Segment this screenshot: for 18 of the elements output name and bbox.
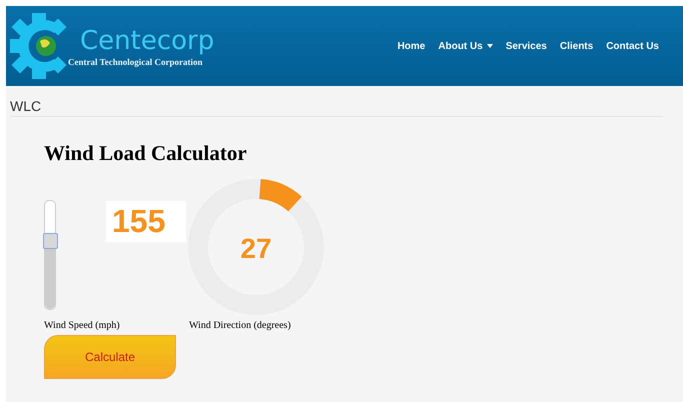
brand-tagline: Central Technological Corporation (68, 57, 204, 67)
nav-link[interactable]: Clients (560, 40, 594, 52)
calculator-title: Wind Load Calculator (44, 141, 248, 166)
speed-value: 155 (106, 201, 186, 242)
nav-link[interactable]: Services (506, 40, 547, 52)
nav-link[interactable]: Home (397, 40, 426, 52)
nav-link[interactable]: About Us (438, 40, 493, 52)
brand-name: Centecorp (80, 25, 214, 57)
direction-value: 27 (240, 233, 272, 264)
speed-slider[interactable] (44, 200, 56, 310)
direction-label: Wind Direction (degrees) (189, 320, 291, 331)
page-heading: WLC (10, 98, 663, 117)
nav-link[interactable]: Contact Us (606, 40, 659, 52)
speed-label: Wind Speed (mph) (44, 320, 121, 331)
dial-arc (258, 179, 302, 212)
calculate-button[interactable]: Calculate (44, 335, 176, 379)
slider-thumb[interactable] (43, 232, 58, 249)
caret-icon (486, 44, 493, 48)
